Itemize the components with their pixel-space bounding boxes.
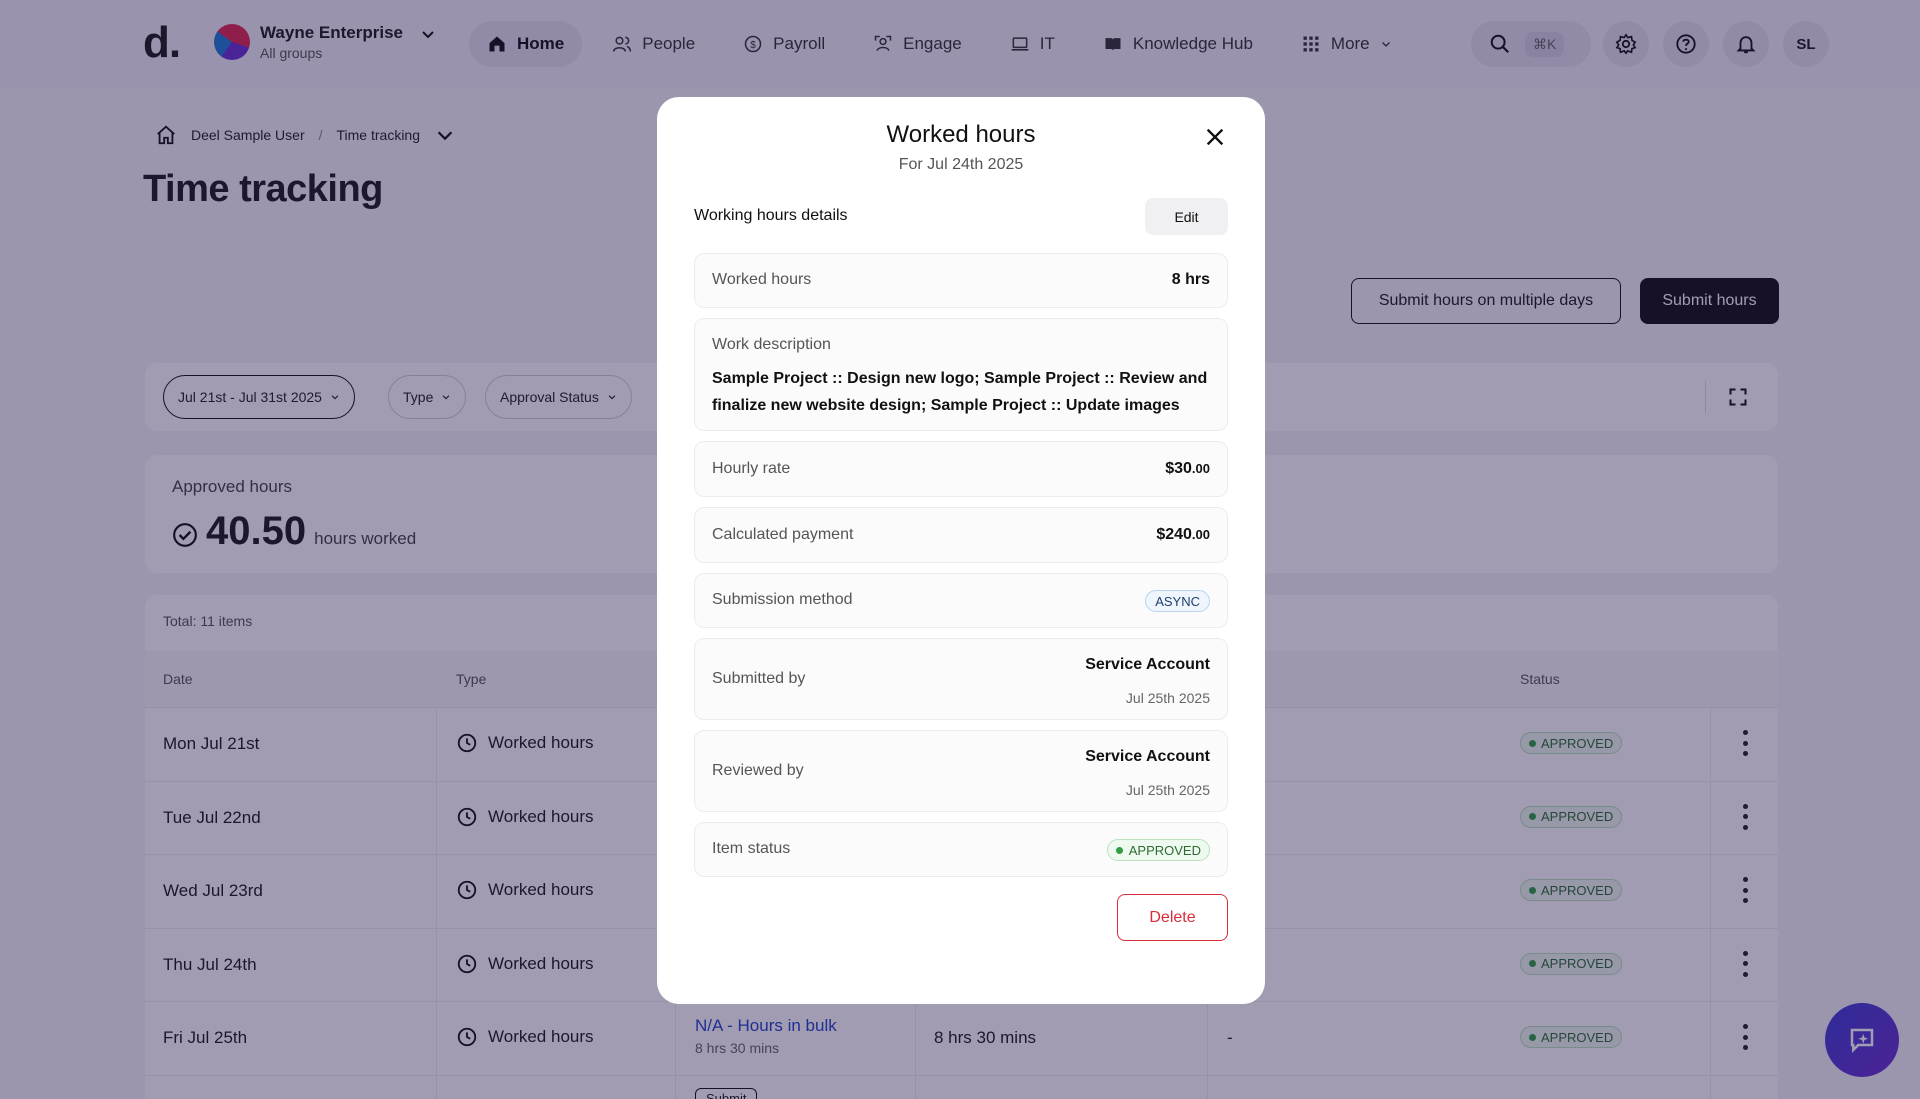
delete-button[interactable]: Delete [1117,894,1228,941]
calculated-payment-label: Calculated payment [712,526,854,543]
calculated-payment-amount: $240 [1156,526,1192,543]
calculated-payment-value: $240.00 [1156,526,1210,544]
close-icon [1206,128,1224,146]
submission-method-row: Submission method ASYNC [694,573,1228,628]
work-description-text: Sample Project :: Design new logo; Sampl… [712,370,1208,414]
submission-method-label: Submission method [712,591,853,608]
work-description-row: Work description Sample Project :: Desig… [694,318,1228,431]
hourly-rate-row: Hourly rate $30.00 [694,441,1228,497]
hourly-rate-amount: $30 [1165,460,1192,477]
item-status-row: Item status APPROVED [694,822,1228,877]
status-text: APPROVED [1128,842,1201,858]
edit-button[interactable]: Edit [1145,198,1228,235]
worked-hours-row: Worked hours 8 hrs [694,253,1228,308]
worked-hours-modal: Worked hours For Jul 24th 2025 Working h… [657,97,1265,1004]
submission-method-badge: ASYNC [1145,590,1210,612]
worked-hours-label: Worked hours [712,271,812,288]
item-status-label: Item status [712,840,791,857]
work-description-label: Work description [712,336,831,353]
reviewed-by-date: Jul 25th 2025 [1125,782,1210,798]
close-button[interactable] [1201,123,1229,151]
modal-subtitle: For Jul 24th 2025 [898,156,1024,173]
hourly-rate-label: Hourly rate [712,460,791,477]
hourly-rate-cents: .00 [1191,461,1210,476]
submitted-by-label: Submitted by [712,670,806,687]
submitted-by-date: Jul 25th 2025 [1125,690,1210,706]
hourly-rate-value: $30.00 [1165,460,1210,478]
modal-title: Worked hours [886,121,1036,148]
submitted-by-row: Submitted by Service Account Jul 25th 20… [694,638,1228,720]
worked-hours-value: 8 hrs [1171,271,1210,288]
section-label: Working hours details [694,207,848,224]
status-badge: APPROVED [1106,839,1210,861]
status-dot [1115,846,1123,854]
submitted-by-name: Service Account [1085,656,1210,673]
reviewed-by-label: Reviewed by [712,762,804,779]
reviewed-by-name: Service Account [1085,748,1210,765]
reviewed-by-row: Reviewed by Service Account Jul 25th 202… [694,730,1228,812]
calculated-payment-cents: .00 [1191,527,1210,542]
calculated-payment-row: Calculated payment $240.00 [694,507,1228,563]
